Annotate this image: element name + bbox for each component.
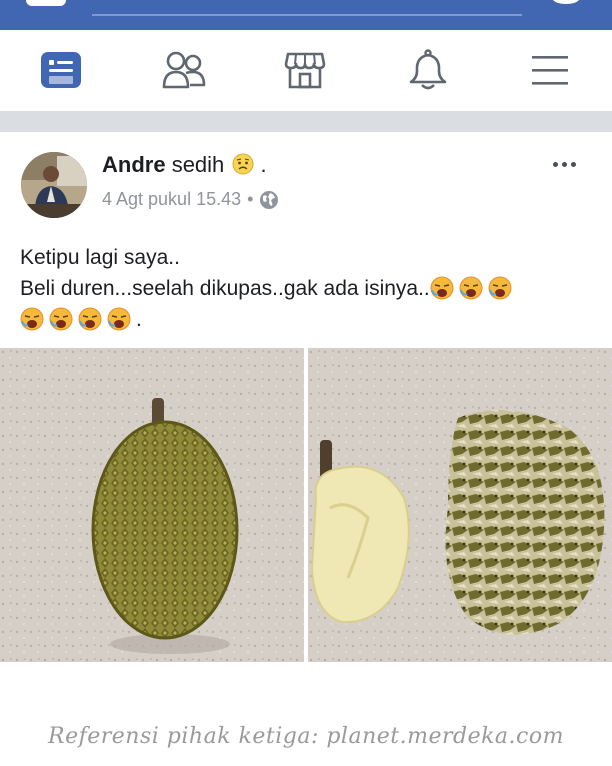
post-text: Ketipu lagi saya.. Beli duren...seelah d… xyxy=(20,242,600,335)
post-header-title: Andre sedih . xyxy=(102,152,267,178)
avatar[interactable] xyxy=(21,152,87,218)
post-timestamp[interactable]: 4 Agt pukul 15.43 xyxy=(102,189,241,210)
post-text-line-3: . xyxy=(20,304,600,335)
globe-icon xyxy=(260,190,279,209)
more-dot-icon xyxy=(570,161,576,167)
post-photos xyxy=(0,348,612,662)
bell-icon xyxy=(409,49,447,90)
tab-notifications[interactable] xyxy=(404,48,452,92)
watermark-text: Referensi pihak ketiga: planet.merdeka.c… xyxy=(48,724,564,749)
emoji-group xyxy=(430,276,517,300)
navigation-bar xyxy=(0,30,612,112)
tab-marketplace[interactable] xyxy=(281,48,329,92)
news-feed-icon xyxy=(41,52,81,88)
tab-menu[interactable] xyxy=(526,48,574,92)
more-dot-icon xyxy=(552,161,558,167)
post-text-line-1: Ketipu lagi saya.. xyxy=(20,246,180,269)
sad-emoji-icon xyxy=(232,153,254,175)
crying-emoji-icon xyxy=(107,307,131,331)
tab-friends[interactable] xyxy=(160,48,208,92)
emoji-group xyxy=(20,307,136,331)
crying-emoji-icon xyxy=(488,276,512,300)
durian-whole-image xyxy=(0,348,304,662)
hamburger-menu-icon xyxy=(532,56,568,85)
feeling-label: sedih xyxy=(171,152,225,177)
marketplace-icon xyxy=(284,52,326,89)
camera-icon[interactable] xyxy=(26,0,66,6)
post-text-line-2: Beli duren...seelah dikupas..gak ada isi… xyxy=(20,273,600,304)
post-options-button[interactable] xyxy=(548,154,580,174)
tab-news-feed[interactable] xyxy=(37,48,85,92)
search-input[interactable] xyxy=(92,6,522,16)
crying-emoji-icon xyxy=(78,307,102,331)
top-bar xyxy=(0,0,612,30)
crying-emoji-icon xyxy=(49,307,73,331)
friends-icon xyxy=(162,51,206,89)
messenger-icon[interactable] xyxy=(548,0,584,6)
post-text-line-2-text: Beli duren...seelah dikupas..gak ada isi… xyxy=(20,277,430,300)
durian-opened-image xyxy=(308,348,612,662)
crying-emoji-icon xyxy=(20,307,44,331)
crying-emoji-icon xyxy=(430,276,454,300)
photo-opened-durian[interactable] xyxy=(308,348,612,662)
feeling-suffix: . xyxy=(260,152,267,177)
feed-divider xyxy=(0,112,612,132)
more-dot-icon xyxy=(561,161,567,167)
profile-photo xyxy=(21,152,87,218)
photo-whole-durian[interactable] xyxy=(0,348,304,662)
crying-emoji-icon xyxy=(459,276,483,300)
post-meta: 4 Agt pukul 15.43 • xyxy=(102,189,279,210)
meta-separator: • xyxy=(247,189,254,209)
post-card: Andre sedih . 4 Agt pukul 15.43 • Ketipu… xyxy=(0,132,612,766)
author-name[interactable]: Andre xyxy=(102,152,166,177)
post-text-suffix: . xyxy=(136,308,142,331)
